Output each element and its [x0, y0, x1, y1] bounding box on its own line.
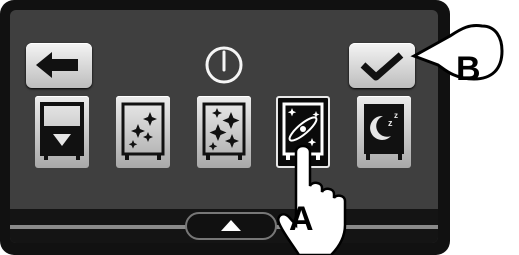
callout-label-a: A: [289, 200, 314, 238]
callout-label-b: B: [456, 50, 481, 88]
callout-overlay: [277, 24, 504, 255]
